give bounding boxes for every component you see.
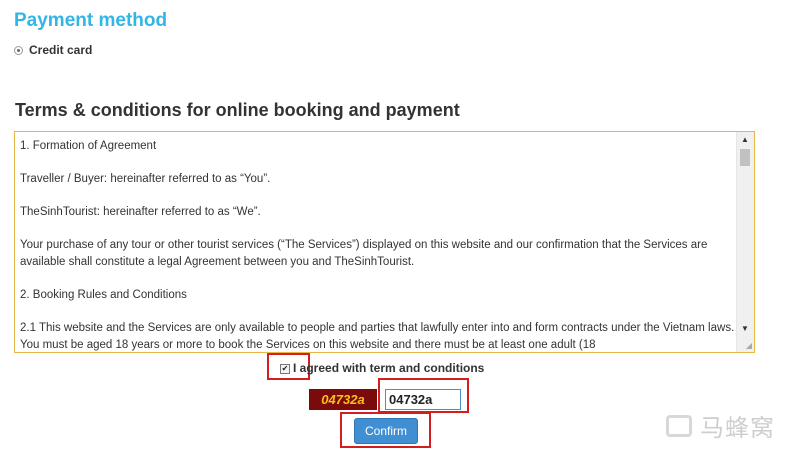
terms-paragraph: Traveller / Buyer: hereinafter referred …: [20, 173, 271, 185]
captcha-input[interactable]: [385, 389, 461, 410]
watermark-text: 马蜂窝: [700, 415, 775, 442]
confirm-button[interactable]: Confirm: [354, 418, 418, 444]
terms-paragraph: TheSinhTourist: hereinafter referred to …: [20, 206, 261, 218]
terms-title: Terms & conditions for online booking an…: [15, 100, 460, 120]
terms-textarea[interactable]: 1. Formation of Agreement Traveller / Bu…: [14, 131, 755, 353]
scrollbar-thumb[interactable]: [740, 149, 750, 166]
watermark: 马蜂窝: [666, 408, 775, 443]
terms-text: 1. Formation of Agreement Traveller / Bu…: [20, 138, 736, 352]
payment-option-credit-card[interactable]: Credit card: [14, 43, 92, 57]
terms-paragraph: 1. Formation of Agreement: [20, 140, 157, 152]
terms-paragraph: 2. Booking Rules and Conditions: [20, 289, 187, 301]
terms-paragraph: 2.1 This website and the Services are on…: [20, 322, 735, 351]
captcha-image: 04732a: [309, 389, 377, 410]
agree-label: I agreed with term and conditions: [293, 361, 485, 375]
terms-paragraph: Your purchase of any tour or other touri…: [20, 239, 708, 268]
scroll-down-arrow-icon[interactable]: ▼: [741, 324, 749, 333]
payment-method-title: Payment method: [14, 10, 168, 31]
scroll-up-arrow-icon[interactable]: ▲: [741, 135, 749, 144]
terms-scrollbar[interactable]: ▲ ▼: [736, 132, 754, 352]
payment-option-label: Credit card: [29, 43, 93, 57]
resize-grip-icon[interactable]: ◢: [746, 341, 752, 350]
radio-icon[interactable]: [14, 45, 23, 55]
mafengwo-logo-icon: [666, 414, 692, 437]
agree-checkbox[interactable]: ✔: [280, 364, 290, 374]
